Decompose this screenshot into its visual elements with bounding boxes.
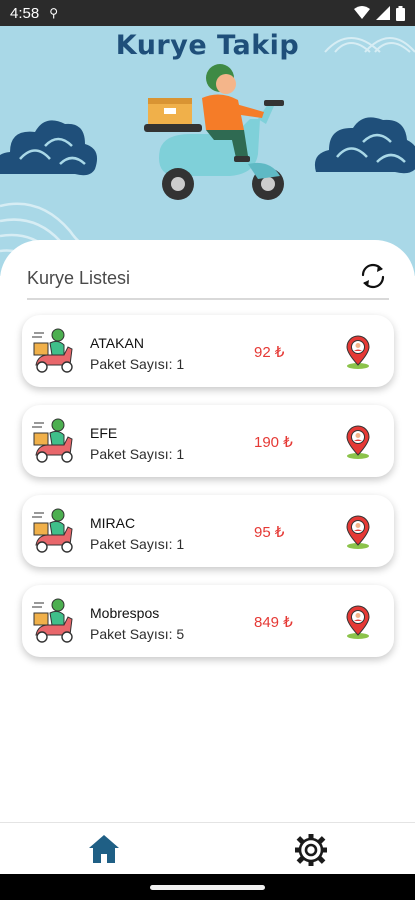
location-pin-icon[interactable] xyxy=(344,335,372,369)
gear-icon xyxy=(295,834,327,866)
bottom-navigation xyxy=(0,822,415,874)
courier-name: Mobrespos xyxy=(90,605,160,621)
package-count: Paket Sayısı: 1 xyxy=(90,536,185,552)
nav-settings-button[interactable] xyxy=(292,831,330,869)
location-pin-icon[interactable] xyxy=(344,515,372,549)
usb-icon: ⚲ xyxy=(49,6,58,20)
scooter-courier-illustration xyxy=(144,64,284,200)
location-pin-icon[interactable] xyxy=(344,425,372,459)
courier-card[interactable]: MIRAC Paket Sayısı: 1 95 ₺ xyxy=(22,495,394,567)
refresh-icon xyxy=(361,263,385,289)
system-navigation-bar xyxy=(0,874,415,900)
cloud-decoration-icon xyxy=(314,117,415,174)
courier-card[interactable]: ATAKAN Paket Sayısı: 1 92 ₺ xyxy=(22,315,394,387)
battery-icon xyxy=(396,5,405,21)
courier-scooter-icon xyxy=(32,598,73,643)
location-pin-icon[interactable] xyxy=(344,605,372,639)
list-title: Kurye Listesi xyxy=(27,268,131,288)
nav-home-button[interactable] xyxy=(86,831,122,867)
courier-name: EFE xyxy=(90,425,118,441)
home-icon xyxy=(89,835,119,863)
refresh-button[interactable] xyxy=(357,260,389,292)
home-gesture-handle[interactable] xyxy=(150,885,265,890)
status-time: 4:58 xyxy=(10,4,40,22)
cellular-signal-icon xyxy=(376,6,390,20)
status-bar: 4:58 ⚲ xyxy=(0,0,415,26)
package-count: Paket Sayısı: 1 xyxy=(90,446,185,462)
courier-price: 849 ₺ xyxy=(254,614,293,631)
courier-card[interactable]: Mobrespos Paket Sayısı: 5 849 ₺ xyxy=(22,585,394,657)
app-title: Kurye Takip xyxy=(115,30,300,61)
package-count: Paket Sayısı: 5 xyxy=(90,626,185,642)
courier-scooter-icon xyxy=(32,418,73,463)
courier-scooter-icon xyxy=(32,508,73,553)
courier-price: 92 ₺ xyxy=(254,344,285,361)
package-count: Paket Sayısı: 1 xyxy=(90,356,185,372)
header-banner: Kurye Takip xyxy=(0,26,415,276)
courier-scooter-icon xyxy=(32,328,73,373)
courier-price: 95 ₺ xyxy=(254,524,285,541)
list-header: Kurye Listesi xyxy=(27,260,389,300)
wifi-icon xyxy=(354,6,370,20)
courier-name: MIRAC xyxy=(90,515,136,531)
courier-price: 190 ₺ xyxy=(254,434,293,451)
courier-name: ATAKAN xyxy=(90,335,144,351)
courier-card[interactable]: EFE Paket Sayısı: 1 190 ₺ xyxy=(22,405,394,477)
cloud-decoration-icon xyxy=(0,120,97,176)
